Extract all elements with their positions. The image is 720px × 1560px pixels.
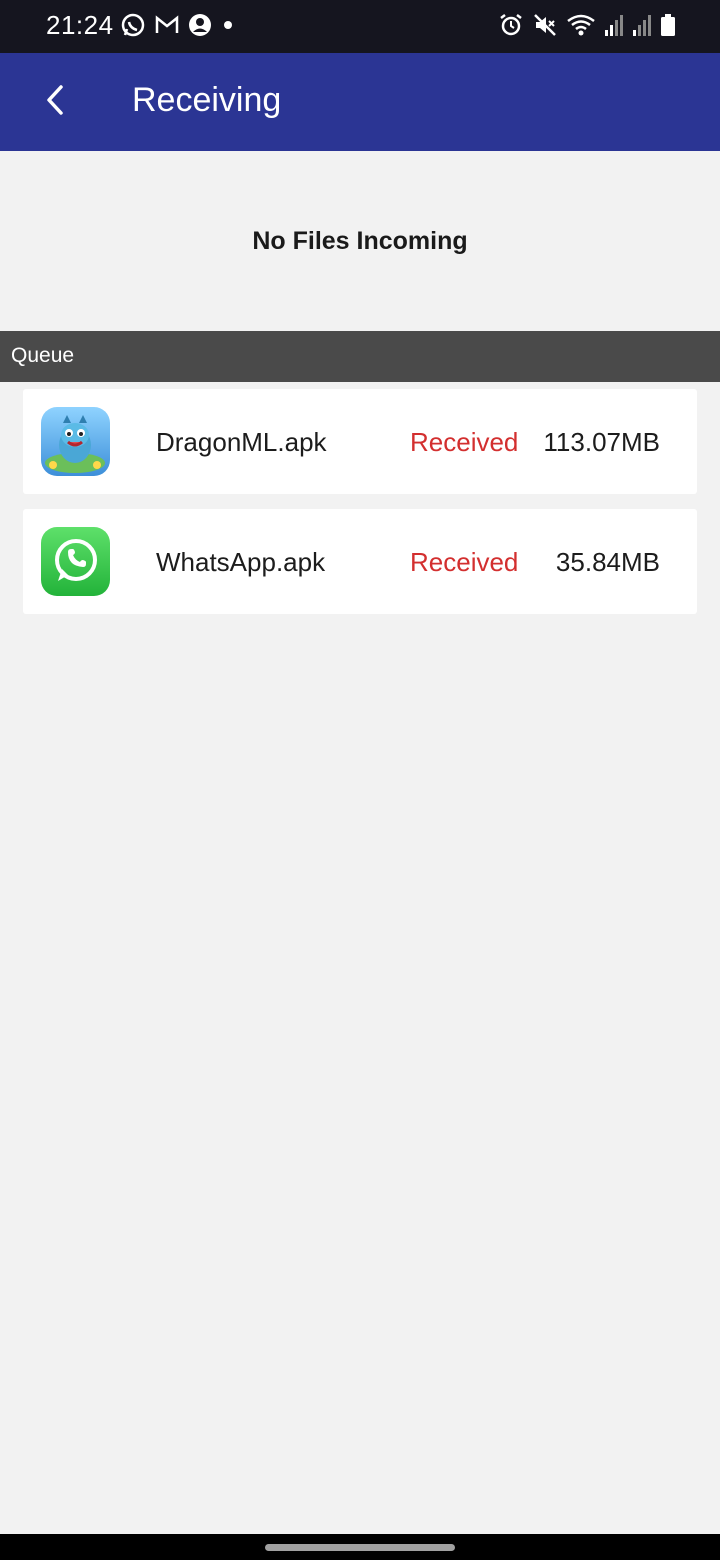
signal-icon-2 bbox=[632, 13, 652, 37]
dragonml-app-icon bbox=[41, 407, 110, 476]
incoming-section: No Files Incoming bbox=[0, 151, 720, 331]
home-gesture-handle[interactable] bbox=[265, 1544, 455, 1551]
file-name: DragonML.apk bbox=[156, 427, 327, 457]
status-left-icons bbox=[120, 12, 236, 38]
queue-item[interactable]: DragonML.apk Received 113.07MB bbox=[23, 389, 697, 494]
queue-list: DragonML.apk Received 113.07MB WhatsApp.… bbox=[23, 389, 697, 629]
file-status: Received bbox=[410, 547, 519, 577]
gmail-icon bbox=[154, 12, 180, 38]
back-arrow-icon bbox=[43, 83, 67, 122]
queue-label: Queue bbox=[11, 344, 75, 367]
queue-header: Queue bbox=[0, 331, 720, 382]
file-size: 113.07MB bbox=[543, 427, 660, 457]
back-button[interactable] bbox=[30, 77, 80, 127]
status-bar: 21:24 bbox=[0, 0, 720, 53]
battery-icon bbox=[660, 13, 676, 37]
status-right-icons bbox=[498, 12, 676, 38]
file-size: 35.84MB bbox=[555, 547, 660, 577]
file-status: Received bbox=[410, 427, 519, 457]
mute-icon bbox=[532, 12, 558, 38]
file-name: WhatsApp.apk bbox=[156, 547, 326, 577]
account-icon bbox=[188, 13, 212, 37]
no-files-message: No Files Incoming bbox=[252, 226, 468, 255]
signal-icon bbox=[604, 13, 624, 37]
navigation-bar bbox=[0, 1534, 720, 1560]
alarm-icon bbox=[498, 12, 524, 38]
app-bar: Receiving bbox=[0, 53, 720, 151]
page-title: Receiving bbox=[132, 81, 282, 119]
dot-icon bbox=[220, 17, 236, 33]
queue-item[interactable]: WhatsApp.apk Received 35.84MB bbox=[23, 509, 697, 614]
status-time: 21:24 bbox=[46, 10, 114, 40]
wifi-icon bbox=[566, 12, 596, 38]
whatsapp-app-icon bbox=[41, 527, 110, 596]
whatsapp-icon bbox=[120, 12, 146, 38]
